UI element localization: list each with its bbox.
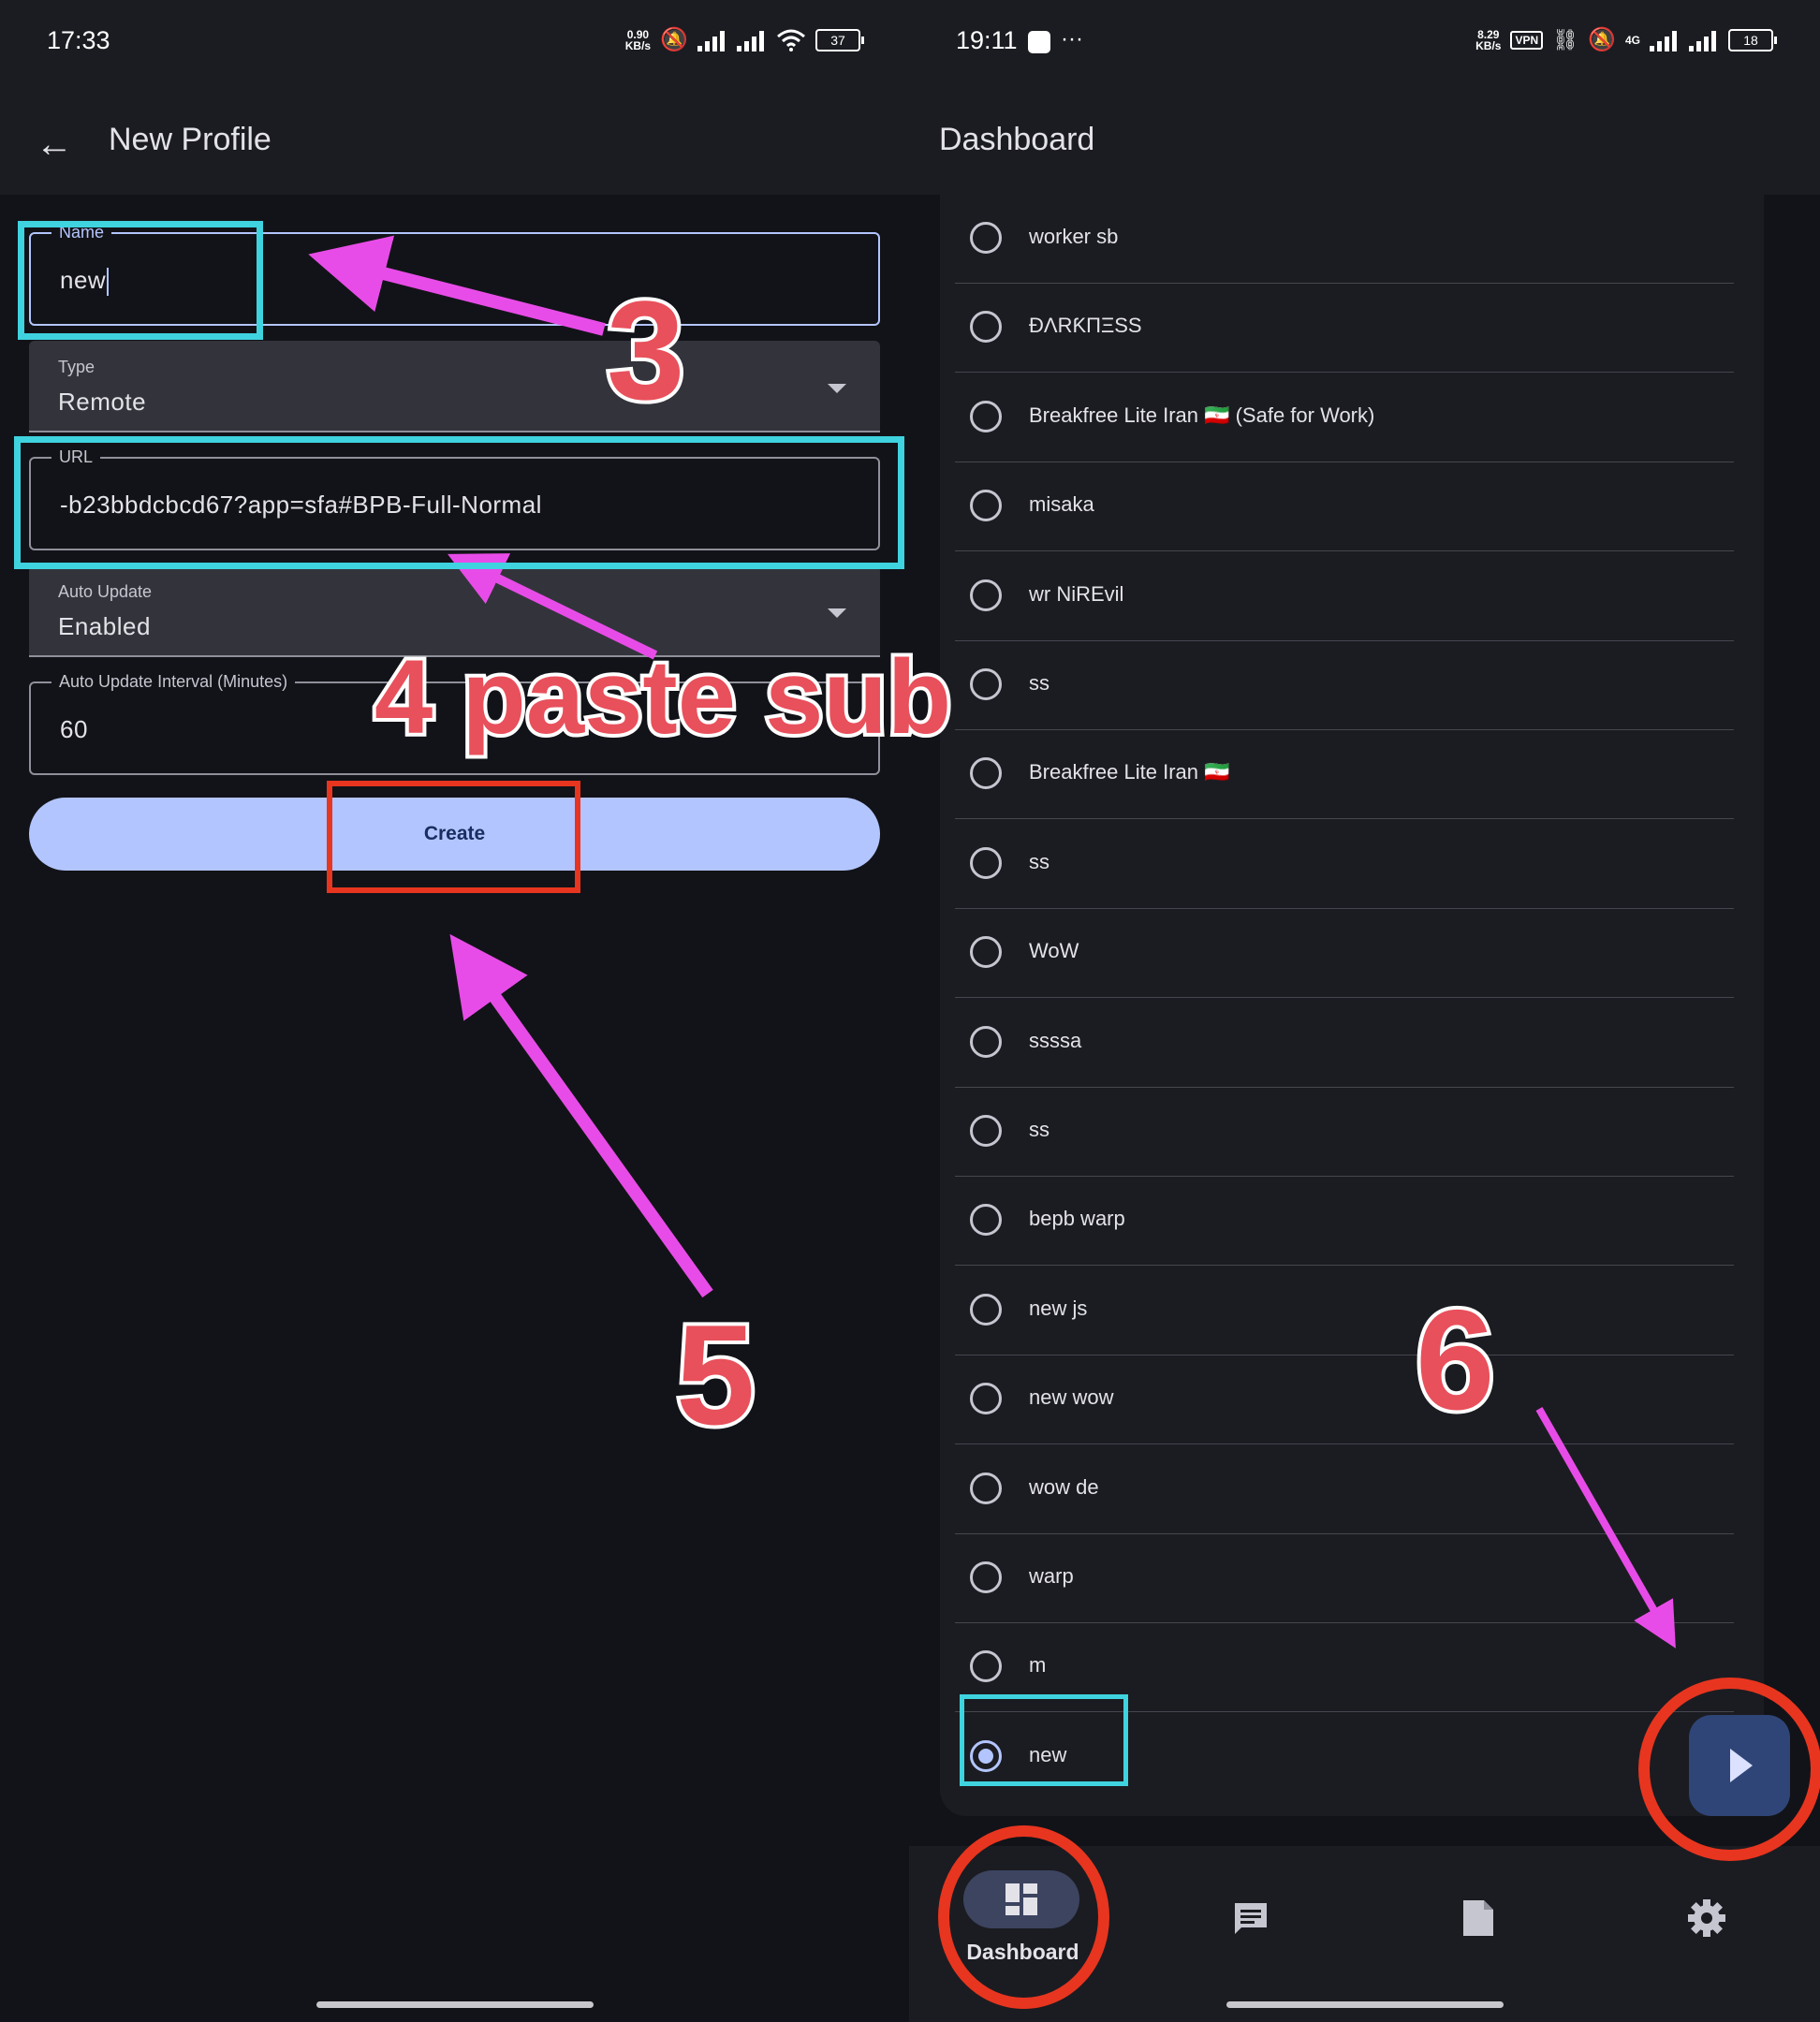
highlight-name-field [18,221,263,340]
arrow-to-play [1535,1407,1676,1648]
highlight-play-button [1638,1678,1820,1861]
annotation-arrows [308,235,1676,1648]
highlight-dashboard-tab [938,1825,1109,2009]
highlight-url-field [14,436,904,569]
arrow-to-name [308,235,606,336]
arrow-to-create [449,933,713,1298]
step-4-label: 4 paste sub [371,635,955,759]
step-3-label: 3 [603,268,688,432]
step-6-label: 6 [1412,1277,1499,1443]
step-5-label: 5 [672,1292,759,1458]
highlight-new-profile [960,1694,1128,1786]
highlight-create-button [327,781,580,893]
